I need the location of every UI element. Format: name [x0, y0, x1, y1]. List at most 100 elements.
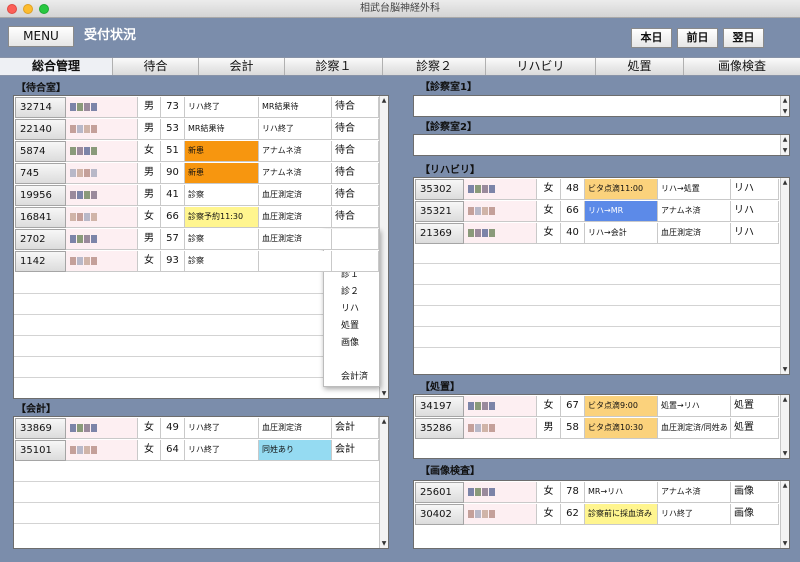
- tab-treatment[interactable]: 処置: [595, 58, 683, 75]
- cell-id[interactable]: 25601: [415, 482, 464, 503]
- redaction-block: [77, 256, 83, 265]
- accounting-scrollbar[interactable]: ▲ ▼: [379, 417, 388, 548]
- waiting-scrollbar[interactable]: ▲ ▼: [379, 96, 388, 398]
- redaction-block: [77, 102, 83, 111]
- scroll-down-icon[interactable]: ▼: [781, 449, 789, 458]
- cell-sex: 男: [138, 119, 161, 140]
- scroll-up-icon[interactable]: ▲: [380, 96, 388, 105]
- previous-day-button[interactable]: 前日: [677, 28, 718, 48]
- scroll-down-icon[interactable]: ▼: [781, 365, 789, 374]
- tab-exam1[interactable]: 診察１: [284, 58, 382, 75]
- patient-name-redacted: [66, 207, 138, 228]
- cell-id[interactable]: 16841: [15, 207, 66, 228]
- dropdown-item-imaging[interactable]: 画像: [324, 335, 379, 351]
- redaction-block: [70, 256, 76, 265]
- cell-status: MR結果待: [185, 119, 259, 140]
- redaction-block: [475, 423, 481, 432]
- cell-id[interactable]: 22140: [15, 119, 66, 140]
- dropdown-item-treatment[interactable]: 処置: [324, 318, 379, 334]
- redaction-block: [70, 168, 76, 177]
- cell-id[interactable]: 35286: [415, 418, 464, 439]
- redaction-block: [91, 124, 97, 133]
- scroll-up-icon[interactable]: ▲: [781, 135, 789, 144]
- redaction-block: [475, 401, 481, 410]
- cell-status: リハ終了: [185, 440, 259, 461]
- dropdown-item-exam2[interactable]: 診２: [324, 284, 379, 300]
- redaction-block: [475, 206, 481, 215]
- cell-place: 待合: [332, 141, 379, 162]
- scroll-up-icon[interactable]: ▲: [380, 417, 388, 426]
- tab-exam2[interactable]: 診察２: [382, 58, 485, 75]
- redaction-block: [489, 184, 495, 193]
- cell-id[interactable]: 1142: [15, 251, 66, 272]
- scroll-down-icon[interactable]: ▼: [781, 146, 789, 155]
- scroll-down-icon[interactable]: ▼: [781, 539, 789, 548]
- minimize-window-button[interactable]: [23, 4, 33, 14]
- redaction-block: [468, 184, 474, 193]
- cell-id[interactable]: 30402: [415, 504, 464, 525]
- tab-imaging[interactable]: 画像検査: [683, 58, 800, 75]
- cell-id[interactable]: 32714: [15, 97, 66, 118]
- cell-id[interactable]: 21369: [415, 223, 464, 244]
- imaging-scrollbar[interactable]: ▲ ▼: [780, 481, 789, 548]
- tab-rehab[interactable]: リハビリ: [485, 58, 595, 75]
- cell-id[interactable]: 19956: [15, 185, 66, 206]
- dropdown-item-paid[interactable]: 会計済: [324, 369, 379, 385]
- exam2-section-label: 【診察室2】: [420, 122, 477, 133]
- cell-place: リハ: [731, 201, 779, 222]
- redaction-block: [482, 487, 488, 496]
- cell-id[interactable]: 2702: [15, 229, 66, 250]
- tab-accounting[interactable]: 会計: [198, 58, 284, 75]
- cell-id[interactable]: 35321: [415, 201, 464, 222]
- exam2-panel: ▲ ▼: [413, 134, 790, 156]
- tab-bar: 総合管理 待合 会計 診察１ 診察２ リハビリ 処置 画像検査: [0, 57, 800, 76]
- zoom-window-button[interactable]: [39, 4, 49, 14]
- cell-id[interactable]: 5874: [15, 141, 66, 162]
- cell-status: 診察: [185, 229, 259, 250]
- exam2-scrollbar[interactable]: ▲ ▼: [780, 135, 789, 155]
- scroll-down-icon[interactable]: ▼: [380, 389, 388, 398]
- cell-status: ビタ点滴10:30: [585, 418, 658, 439]
- patient-name-redacted: [66, 251, 138, 272]
- cell-place: 会計: [332, 440, 379, 461]
- cell-id[interactable]: 33869: [15, 418, 66, 439]
- scroll-down-icon[interactable]: ▼: [380, 539, 388, 548]
- cell-note: 血圧測定済: [259, 185, 332, 206]
- cell-sex: 女: [138, 440, 161, 461]
- dropdown-item-blank[interactable]: [324, 352, 379, 368]
- scroll-down-icon[interactable]: ▼: [781, 107, 789, 116]
- close-window-button[interactable]: [7, 4, 17, 14]
- next-day-button[interactable]: 翌日: [723, 28, 764, 48]
- cell-status: ビタ点滴9:00: [585, 396, 658, 417]
- cell-note: アナムネ済: [259, 163, 332, 184]
- menu-button[interactable]: MENU: [8, 26, 74, 47]
- patient-name-redacted: [66, 440, 138, 461]
- treatment-scrollbar[interactable]: ▲ ▼: [780, 395, 789, 458]
- scroll-up-icon[interactable]: ▲: [781, 96, 789, 105]
- rehab-scrollbar[interactable]: ▲ ▼: [780, 178, 789, 374]
- cell-status: 診察予約11:30: [185, 207, 259, 228]
- cell-status: 新患: [185, 141, 259, 162]
- redaction-block: [84, 102, 90, 111]
- cell-age: 58: [561, 418, 585, 439]
- window-titlebar: 相武台脳神経外科: [0, 0, 800, 18]
- redaction-block: [84, 146, 90, 155]
- cell-id[interactable]: 35101: [15, 440, 66, 461]
- redaction-block: [84, 190, 90, 199]
- cell-id[interactable]: 35302: [415, 179, 464, 200]
- dropdown-item-rehab[interactable]: リハ: [324, 301, 379, 317]
- cell-status: リハ→MR: [585, 201, 658, 222]
- scroll-up-icon[interactable]: ▲: [781, 395, 789, 404]
- cell-id[interactable]: 745: [15, 163, 66, 184]
- redaction-block: [489, 228, 495, 237]
- scroll-up-icon[interactable]: ▲: [781, 481, 789, 490]
- today-button[interactable]: 本日: [631, 28, 672, 48]
- tab-waiting[interactable]: 待合: [112, 58, 198, 75]
- redaction-block: [468, 401, 474, 410]
- exam1-scrollbar[interactable]: ▲ ▼: [780, 96, 789, 116]
- cell-note: 血圧測定済: [658, 223, 731, 244]
- tab-general[interactable]: 総合管理: [0, 58, 112, 75]
- scroll-up-icon[interactable]: ▲: [781, 178, 789, 187]
- cell-age: 51: [161, 141, 185, 162]
- cell-id[interactable]: 34197: [415, 396, 464, 417]
